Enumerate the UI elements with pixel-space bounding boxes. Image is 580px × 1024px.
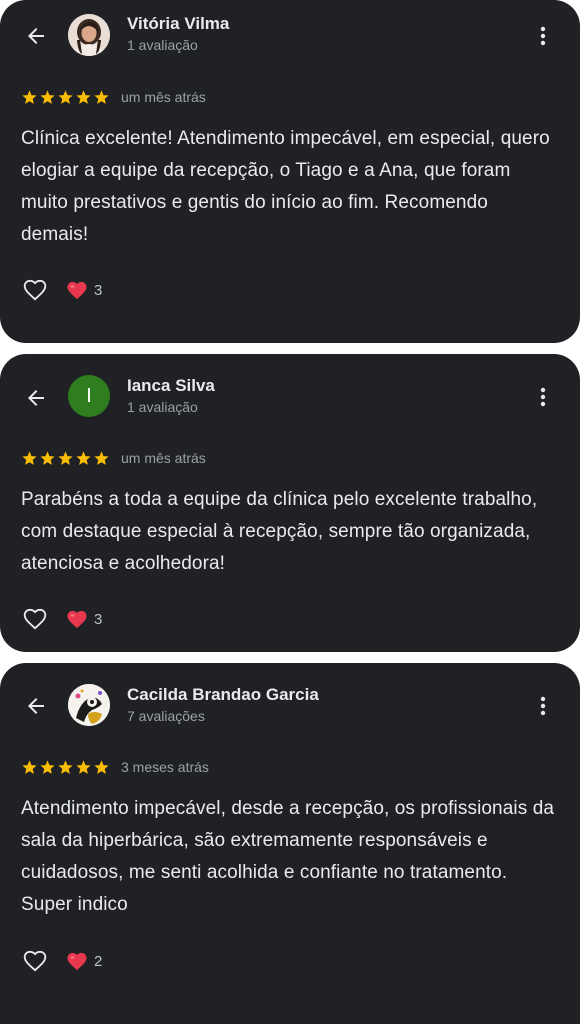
- back-button[interactable]: [20, 20, 52, 52]
- rating-row: 3 meses atrás: [21, 757, 209, 777]
- review-date: um mês atrás: [121, 89, 206, 105]
- reaction-count: 2: [94, 952, 103, 970]
- review-header: Vitória Vilma 1 avaliação: [0, 0, 580, 80]
- reaction-summary[interactable]: 3: [66, 609, 102, 629]
- author-name[interactable]: Cacilda Brandao Garcia: [127, 685, 319, 705]
- star-icon: [40, 89, 55, 104]
- more-vert-icon: [540, 696, 546, 716]
- star-rating: [21, 450, 110, 467]
- review-text: Atendimento impecável, desde a recepção,…: [21, 798, 555, 915]
- author-review-count: 1 avaliação: [127, 399, 198, 415]
- avatar-letter: I: [86, 384, 92, 407]
- review-header: I Ianca Silva 1 avaliação: [0, 354, 580, 434]
- red-heart-emoji-icon: [67, 610, 87, 629]
- more-options-button[interactable]: [530, 692, 556, 720]
- star-icon: [22, 89, 37, 104]
- avatar[interactable]: I: [68, 375, 110, 417]
- review-actions: 3: [20, 605, 102, 633]
- review-date: 3 meses atrás: [121, 759, 209, 775]
- more-options-button[interactable]: [530, 383, 556, 411]
- more-vert-icon: [540, 387, 546, 407]
- avatar-photo-icon: [68, 14, 110, 56]
- more-vert-icon: [540, 26, 546, 46]
- heart-outline-icon: [23, 950, 47, 972]
- author-review-count: 7 avaliações: [127, 708, 205, 724]
- review-card: Vitória Vilma 1 avaliação um mês atrás C…: [0, 0, 580, 343]
- avatar[interactable]: [68, 684, 110, 726]
- star-icon: [40, 450, 55, 465]
- review-text: Parabéns a toda a equipe da clínica pelo…: [21, 489, 538, 574]
- star-icon: [58, 759, 73, 774]
- back-button[interactable]: [20, 382, 52, 414]
- arrow-left-icon: [28, 698, 44, 714]
- rating-row: um mês atrás: [21, 87, 206, 107]
- reaction-summary[interactable]: 2: [66, 951, 102, 971]
- like-button[interactable]: [20, 276, 50, 304]
- red-heart-emoji-icon: [67, 281, 87, 300]
- star-icon: [22, 759, 37, 774]
- star-icon: [94, 759, 109, 774]
- back-button[interactable]: [20, 690, 52, 722]
- review-card: I Ianca Silva 1 avaliação um mês atrás P…: [0, 354, 580, 652]
- review-date: um mês atrás: [121, 450, 206, 466]
- red-heart-emoji-icon: [67, 952, 87, 971]
- star-icon: [94, 89, 109, 104]
- review-actions: 3: [20, 276, 102, 304]
- rating-row: um mês atrás: [21, 448, 206, 468]
- star-rating: [21, 89, 110, 106]
- author-review-count: 1 avaliação: [127, 37, 198, 53]
- reaction-count: 3: [94, 281, 103, 299]
- arrow-left-icon: [28, 390, 44, 406]
- star-icon: [76, 759, 91, 774]
- avatar-illustration-icon: [68, 684, 110, 726]
- star-icon: [58, 89, 73, 104]
- avatar[interactable]: [68, 14, 110, 56]
- like-button[interactable]: [20, 605, 50, 633]
- reaction-summary[interactable]: 3: [66, 280, 102, 300]
- review-header: Cacilda Brandao Garcia 7 avaliações: [0, 663, 580, 743]
- star-icon: [58, 450, 73, 465]
- reaction-count: 3: [94, 610, 103, 628]
- author-name[interactable]: Vitória Vilma: [127, 14, 229, 34]
- star-icon: [94, 450, 109, 465]
- arrow-left-icon: [28, 28, 44, 44]
- heart-outline-icon: [23, 608, 47, 630]
- star-icon: [76, 89, 91, 104]
- star-rating: [21, 759, 110, 776]
- more-options-button[interactable]: [530, 22, 556, 50]
- star-icon: [76, 450, 91, 465]
- heart-outline-icon: [23, 279, 47, 301]
- like-button[interactable]: [20, 947, 50, 975]
- review-text: Clínica excelente! Atendimento impecável…: [21, 128, 550, 245]
- author-name[interactable]: Ianca Silva: [127, 376, 215, 396]
- star-icon: [22, 450, 37, 465]
- review-card: Cacilda Brandao Garcia 7 avaliações 3 me…: [0, 663, 580, 1024]
- star-icon: [40, 759, 55, 774]
- review-actions: 2: [20, 947, 102, 975]
